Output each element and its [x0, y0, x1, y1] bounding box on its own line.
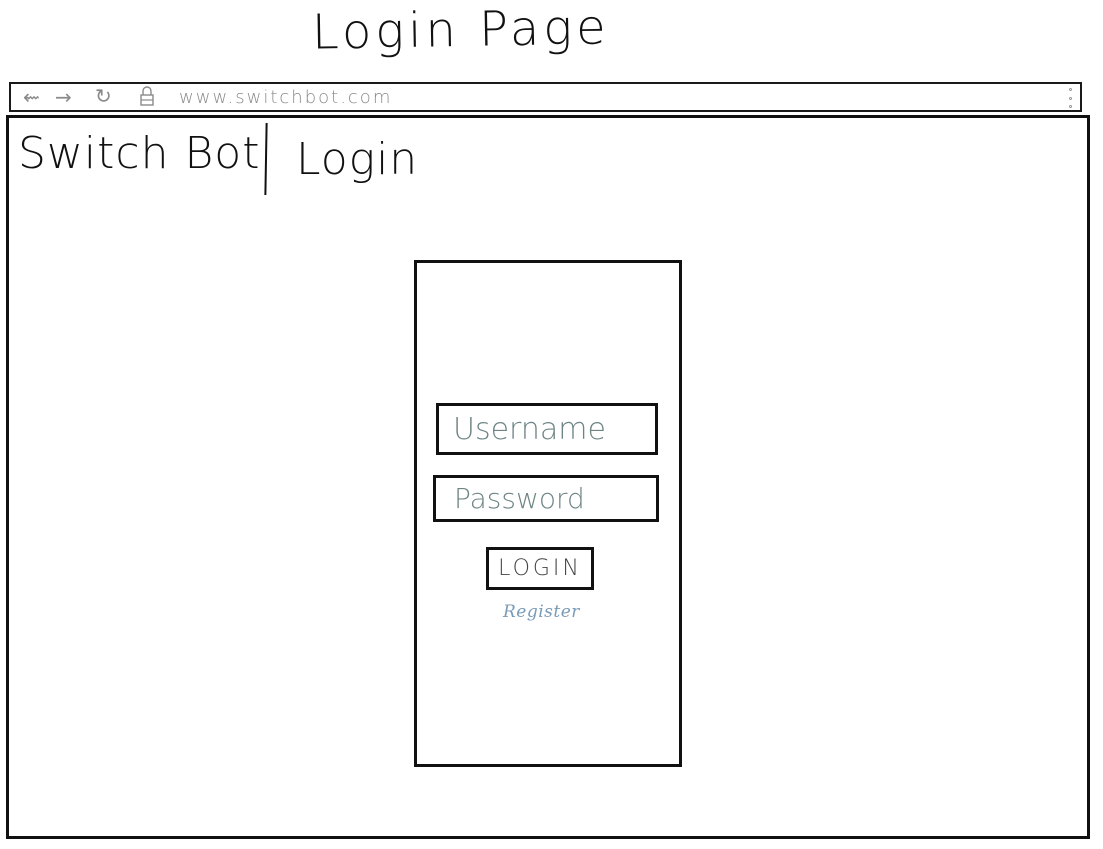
back-arrow-icon[interactable]: ⇜	[23, 87, 40, 107]
lock-icon	[139, 85, 155, 110]
forward-arrow-icon[interactable]: →	[55, 87, 72, 107]
browser-address-bar: ⇜ → ↻ www.switchbot.com	[9, 82, 1082, 112]
reload-icon[interactable]: ↻	[95, 86, 112, 106]
username-input[interactable]	[436, 403, 658, 455]
lock-icon-svg	[140, 86, 154, 106]
wireframe-title: Login Page	[311, 0, 611, 61]
url-field[interactable]: www.switchbot.com	[179, 87, 392, 109]
login-button[interactable]: LOGIN	[486, 547, 594, 590]
kebab-menu-icon[interactable]	[1068, 88, 1072, 108]
brand-name: Switch Bot	[18, 128, 261, 179]
page-title: Login	[296, 134, 419, 185]
menu-dot	[1068, 88, 1072, 91]
register-link[interactable]: Register	[503, 602, 580, 622]
menu-dot	[1068, 105, 1072, 108]
password-input[interactable]	[433, 475, 659, 522]
menu-dot	[1068, 96, 1072, 100]
